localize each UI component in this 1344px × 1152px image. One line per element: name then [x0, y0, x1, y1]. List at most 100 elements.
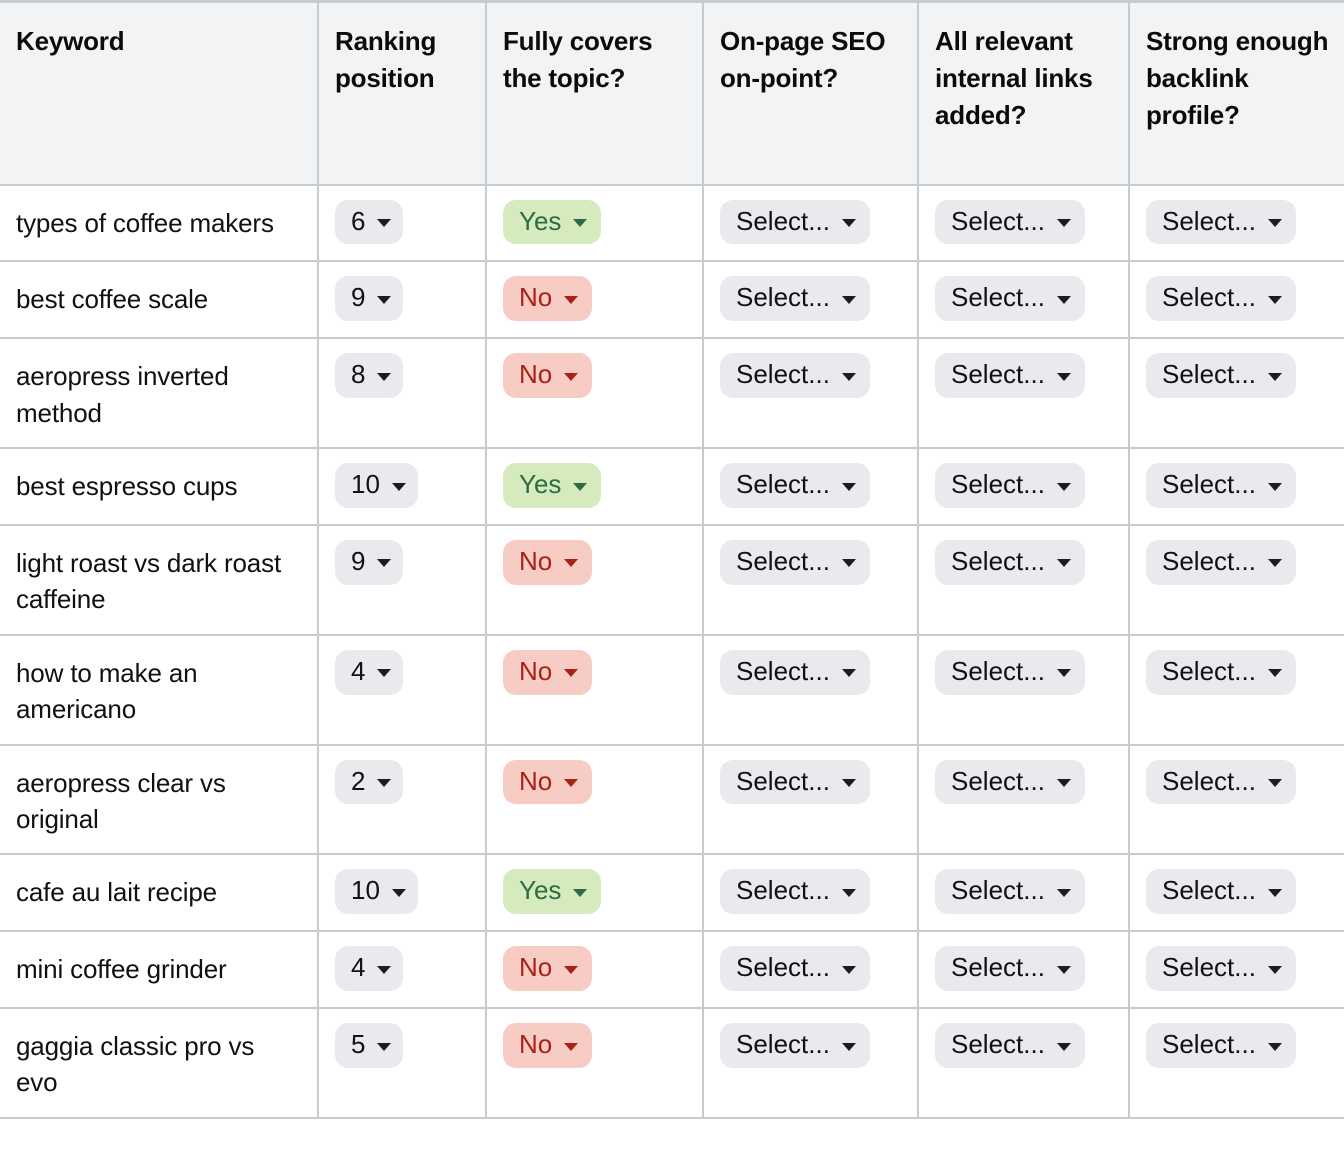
ranking-position-select[interactable]: 5	[335, 1023, 404, 1068]
onpage-seo-select[interactable]: Select...	[720, 276, 870, 322]
backlink-profile-select[interactable]: Select...	[1146, 276, 1296, 322]
backlink-profile-select[interactable]: Select...	[1146, 946, 1296, 992]
backlink-profile-select[interactable]: Select...	[1146, 759, 1296, 805]
backlink-profile-select-label: Select...	[1162, 469, 1256, 500]
fully-covers-topic-cell: No	[486, 634, 704, 746]
fully-covers-topic-select[interactable]: Yes	[503, 463, 602, 508]
onpage-seo-select[interactable]: Select...	[720, 759, 870, 805]
ranking-position-select[interactable]: 9	[335, 276, 404, 322]
table-row: light roast vs dark roast caffeine 9 No Sel…	[0, 524, 1344, 636]
table-row: mini coffee grinder 4 No Select... Select...…	[0, 931, 1344, 1010]
fully-covers-topic-cell: No	[486, 261, 704, 340]
internal-links-select[interactable]: Select...	[935, 1023, 1085, 1068]
internal-links-select[interactable]: Select...	[935, 276, 1085, 322]
backlink-profile-cell: Select...	[1129, 184, 1344, 263]
ranking-position-select[interactable]: 10	[335, 463, 418, 508]
backlink-profile-cell: Select...	[1129, 931, 1344, 1010]
onpage-seo-select[interactable]: Select...	[720, 353, 870, 399]
fully-covers-topic-select[interactable]: No	[503, 1023, 593, 1068]
onpage-seo-select[interactable]: Select...	[720, 649, 870, 695]
fully-covers-topic-select[interactable]: No	[503, 946, 593, 992]
fully-covers-topic-cell: No	[486, 931, 704, 1010]
fully-covers-topic-select[interactable]: Yes	[503, 869, 602, 915]
chevron-down-icon	[1267, 669, 1282, 678]
chevron-down-icon	[1056, 372, 1071, 381]
ranking-position-cell: 4	[318, 931, 487, 1010]
column-header-backlink-profile: Strong enough backlink profile?	[1129, 1, 1344, 186]
fully-covers-topic-select-label: Yes	[519, 205, 562, 236]
table-body: types of coffee makers 6 Yes Select... Selec…	[0, 184, 1344, 1119]
onpage-seo-select[interactable]: Select...	[720, 869, 870, 915]
backlink-profile-select-label: Select...	[1162, 282, 1256, 313]
onpage-seo-select-label: Select...	[736, 1029, 830, 1060]
ranking-position-cell: 5	[318, 1008, 487, 1119]
fully-covers-topic-select[interactable]: No	[503, 759, 593, 805]
backlink-profile-select[interactable]: Select...	[1146, 869, 1296, 915]
chevron-down-icon	[564, 372, 579, 381]
onpage-seo-select-label: Select...	[736, 469, 830, 500]
backlink-profile-cell: Select...	[1129, 744, 1344, 856]
internal-links-select-label: Select...	[951, 205, 1045, 236]
internal-links-select[interactable]: Select...	[935, 463, 1085, 508]
fully-covers-topic-select[interactable]: No	[503, 276, 593, 322]
backlink-profile-cell: Select...	[1129, 261, 1344, 340]
keyword-cell: aeropress clear vs original	[0, 744, 319, 856]
chevron-down-icon	[841, 965, 856, 974]
onpage-seo-select-label: Select...	[736, 282, 830, 313]
ranking-position-select[interactable]: 2	[335, 759, 404, 805]
onpage-seo-cell: Select...	[703, 854, 919, 933]
internal-links-select[interactable]: Select...	[935, 869, 1085, 915]
chevron-down-icon	[1056, 965, 1071, 974]
table-row: how to make an americano 4 No Select... Sele…	[0, 634, 1344, 746]
ranking-position-select[interactable]: 10	[335, 869, 418, 915]
internal-links-select[interactable]: Select...	[935, 759, 1085, 805]
backlink-profile-select[interactable]: Select...	[1146, 463, 1296, 508]
onpage-seo-select[interactable]: Select...	[720, 946, 870, 992]
internal-links-select[interactable]: Select...	[935, 199, 1085, 245]
backlink-profile-select[interactable]: Select...	[1146, 353, 1296, 399]
ranking-position-select[interactable]: 4	[335, 946, 404, 992]
internal-links-select[interactable]: Select...	[935, 946, 1085, 992]
internal-links-select-label: Select...	[951, 952, 1045, 983]
backlink-profile-select[interactable]: Select...	[1146, 649, 1296, 695]
onpage-seo-select[interactable]: Select...	[720, 463, 870, 508]
chevron-down-icon	[841, 778, 856, 787]
chevron-down-icon	[564, 1042, 579, 1051]
ranking-position-select[interactable]: 9	[335, 539, 404, 585]
seo-checklist-table-container: Keyword Ranking position Fully covers th…	[0, 0, 1344, 1152]
backlink-profile-cell: Select...	[1129, 1008, 1344, 1119]
fully-covers-topic-select-label: No	[519, 282, 553, 313]
internal-links-select[interactable]: Select...	[935, 649, 1085, 695]
backlink-profile-select[interactable]: Select...	[1146, 539, 1296, 585]
onpage-seo-cell: Select...	[703, 634, 919, 746]
onpage-seo-select[interactable]: Select...	[720, 539, 870, 585]
ranking-position-select[interactable]: 6	[335, 199, 404, 245]
internal-links-cell: Select...	[918, 854, 1130, 933]
fully-covers-topic-select[interactable]: No	[503, 353, 593, 399]
backlink-profile-select[interactable]: Select...	[1146, 1023, 1296, 1068]
chevron-down-icon	[377, 1042, 392, 1051]
keyword-cell: cafe au lait recipe	[0, 854, 319, 933]
keyword-cell: gaggia classic pro vs evo	[0, 1008, 319, 1119]
internal-links-cell: Select...	[918, 1008, 1130, 1119]
ranking-position-cell: 6	[318, 184, 487, 263]
onpage-seo-select[interactable]: Select...	[720, 1023, 870, 1068]
keyword-cell: best espresso cups	[0, 448, 319, 526]
chevron-down-icon	[564, 559, 579, 568]
internal-links-select[interactable]: Select...	[935, 353, 1085, 399]
fully-covers-topic-select[interactable]: No	[503, 539, 593, 585]
internal-links-select-label: Select...	[951, 469, 1045, 500]
backlink-profile-select[interactable]: Select...	[1146, 199, 1296, 245]
onpage-seo-select[interactable]: Select...	[720, 199, 870, 245]
ranking-position-select[interactable]: 4	[335, 649, 404, 695]
internal-links-select[interactable]: Select...	[935, 539, 1085, 585]
fully-covers-topic-select-label: Yes	[519, 469, 562, 500]
fully-covers-topic-select[interactable]: No	[503, 649, 593, 695]
fully-covers-topic-select-label: No	[519, 545, 553, 576]
fully-covers-topic-select-label: No	[519, 655, 553, 686]
chevron-down-icon	[1267, 965, 1282, 974]
chevron-down-icon	[841, 372, 856, 381]
fully-covers-topic-select[interactable]: Yes	[503, 199, 602, 245]
ranking-position-select[interactable]: 8	[335, 353, 404, 399]
chevron-down-icon	[377, 559, 392, 568]
